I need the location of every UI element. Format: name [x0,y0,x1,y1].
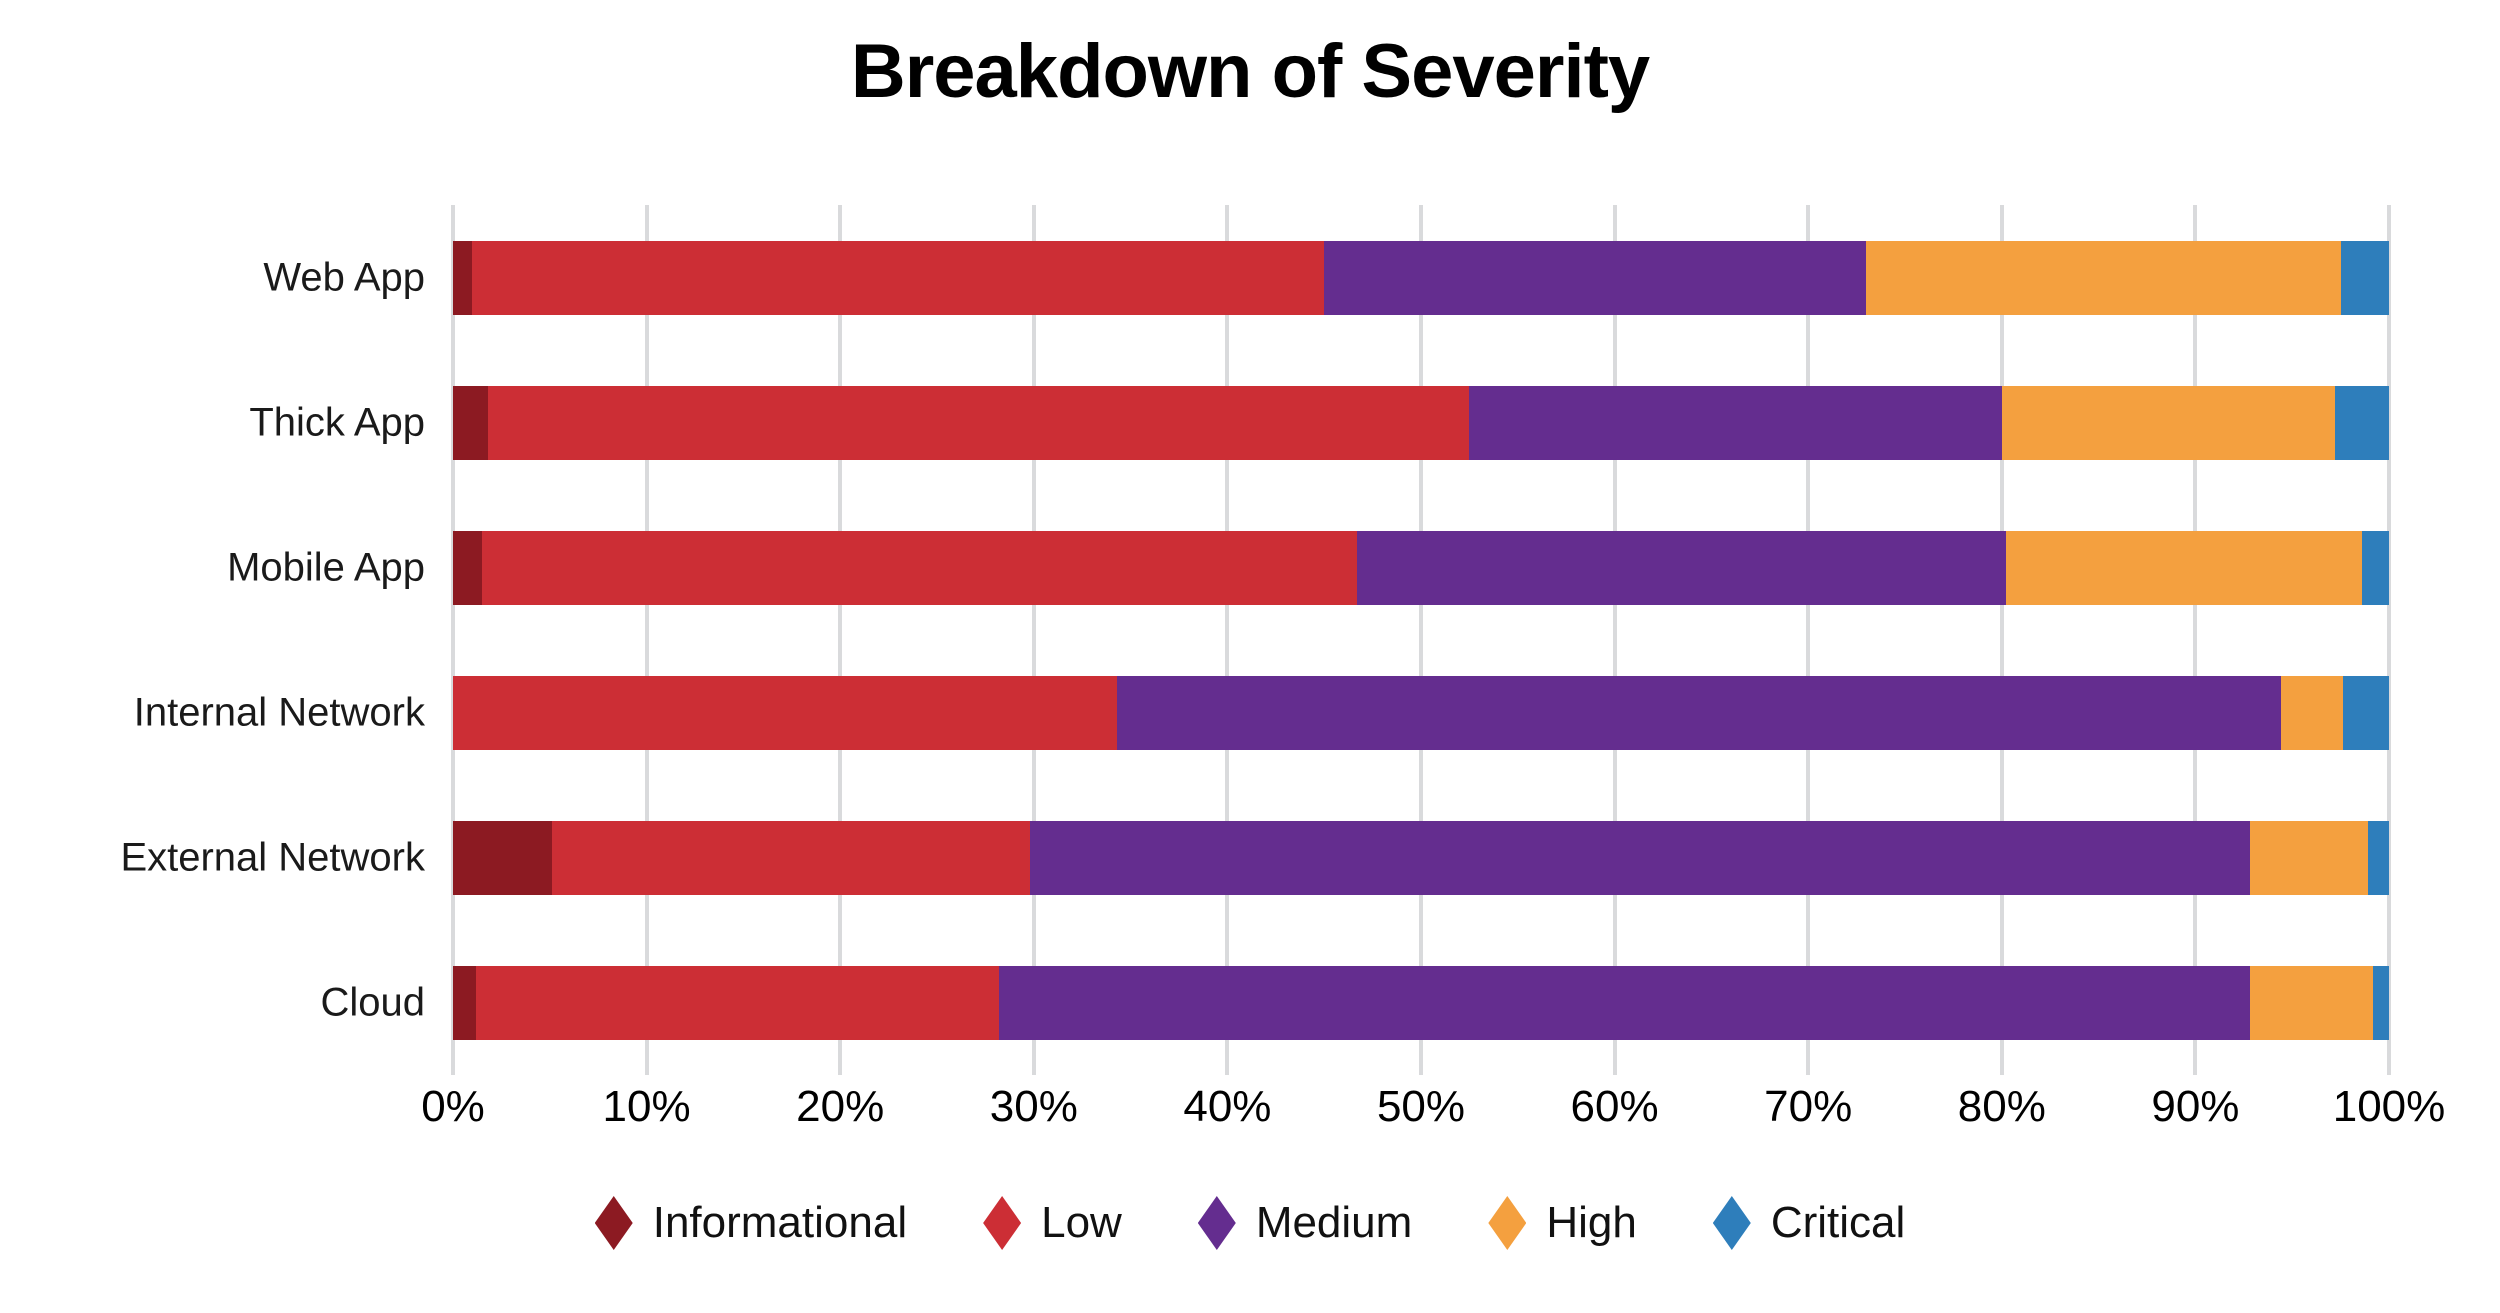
bar-group [453,205,2389,1075]
bar-track-web-app [453,240,2389,315]
diamond-icon [1197,1196,1236,1250]
bar-segment-informational[interactable] [453,530,483,605]
y-axis-label-mobile-app: Mobile App [227,545,425,589]
bar-row [453,240,2389,315]
y-axis-labels: Web App Thick App Mobile App Internal Netwo… [0,205,425,1075]
bar-segment-medium[interactable] [1357,530,2006,605]
bar-segment-high[interactable] [2005,530,2362,605]
bar-segment-low[interactable] [453,675,1118,750]
plot-area [451,205,2391,1075]
bar-row [453,675,2389,750]
x-axis-tick-70: 70% [1764,1082,1853,1131]
bar-segment-medium[interactable] [1029,820,2250,895]
bar-segment-low[interactable] [487,385,1470,460]
bar-segment-high[interactable] [2249,965,2374,1040]
x-axis-tick-60: 60% [1570,1082,1659,1131]
bar-row [453,820,2389,895]
legend-item-low[interactable]: Low [983,1196,1122,1250]
x-axis-tick-30: 30% [989,1082,1078,1131]
legend-item-high[interactable]: High [1488,1196,1637,1250]
legend-item-medium[interactable]: Medium [1197,1196,1413,1250]
bar-segment-informational[interactable] [453,820,552,895]
bar-row [453,385,2389,460]
bar-segment-medium[interactable] [1469,385,2002,460]
page-title: Breakdown of Severity [850,29,1650,114]
x-axis-tick-0: 0% [421,1082,485,1131]
bar-track-cloud [453,965,2389,1040]
legend-label: Informational [652,1198,908,1247]
legend-item-informational[interactable]: Informational [594,1196,908,1250]
legend: Informational Low Medium High Critical [0,1196,2500,1250]
bar-segment-critical[interactable] [2373,965,2389,1040]
bar-segment-critical[interactable] [2342,675,2389,750]
bar-segment-high[interactable] [2280,675,2343,750]
diamond-icon [983,1196,1022,1250]
x-axis-labels: 0% 10% 20% 30% 40% 50% 60% 70% 80% 90% 100% [421,1082,2445,1142]
bar-segment-informational[interactable] [453,385,488,460]
bar-track-thick-app [453,385,2389,460]
bar-segment-critical[interactable] [2340,240,2389,315]
bar-segment-low[interactable] [476,965,999,1040]
chart-root: Breakdown of Severity Web App Thick App Mo… [0,0,2500,1313]
diamond-icon [594,1196,633,1250]
x-axis-tick-80: 80% [1957,1082,2046,1131]
bar-segment-high[interactable] [2249,820,2368,895]
legend-item-critical[interactable]: Critical [1712,1196,1906,1250]
bar-row [453,965,2389,1040]
y-axis-label-internal-network: Internal Network [133,690,425,734]
legend-label: Low [1041,1198,1122,1247]
legend-label: Medium [1255,1198,1413,1247]
bar-segment-informational[interactable] [453,965,477,1040]
y-axis-label-cloud: Cloud [320,980,425,1024]
bar-segment-low[interactable] [472,240,1325,315]
bar-track-external-network [453,820,2389,895]
y-axis-label-web-app: Web App [263,255,425,299]
bar-segment-medium[interactable] [1324,240,1867,315]
bar-segment-low[interactable] [551,820,1030,895]
bar-segment-critical[interactable] [2334,385,2389,460]
legend-label: Critical [1770,1198,1906,1247]
x-axis-tick-20: 20% [796,1082,885,1131]
bar-row [453,530,2389,605]
x-axis-tick-10: 10% [602,1082,691,1131]
bar-segment-low[interactable] [482,530,1358,605]
bar-track-internal-network [453,675,2389,750]
bar-segment-medium[interactable] [998,965,2250,1040]
legend-label: High [1546,1198,1637,1247]
y-axis-label-thick-app: Thick App [249,400,425,444]
x-axis-tick-90: 90% [2151,1082,2240,1131]
bar-segment-critical[interactable] [2367,820,2389,895]
diamond-icon [1488,1196,1527,1250]
x-axis-tick-50: 50% [1376,1082,1466,1131]
x-axis-tick-100: 100% [2332,1082,2446,1131]
bar-track-mobile-app [453,530,2389,605]
bar-segment-critical[interactable] [2361,530,2389,605]
y-axis-label-external-network: External Network [120,835,425,879]
x-axis-tick-40: 40% [1183,1082,1272,1131]
bar-segment-high[interactable] [1866,240,2341,315]
bar-segment-medium[interactable] [1117,675,2281,750]
bar-segment-informational[interactable] [453,240,473,315]
diamond-icon [1712,1196,1751,1250]
bar-segment-high[interactable] [2001,385,2335,460]
